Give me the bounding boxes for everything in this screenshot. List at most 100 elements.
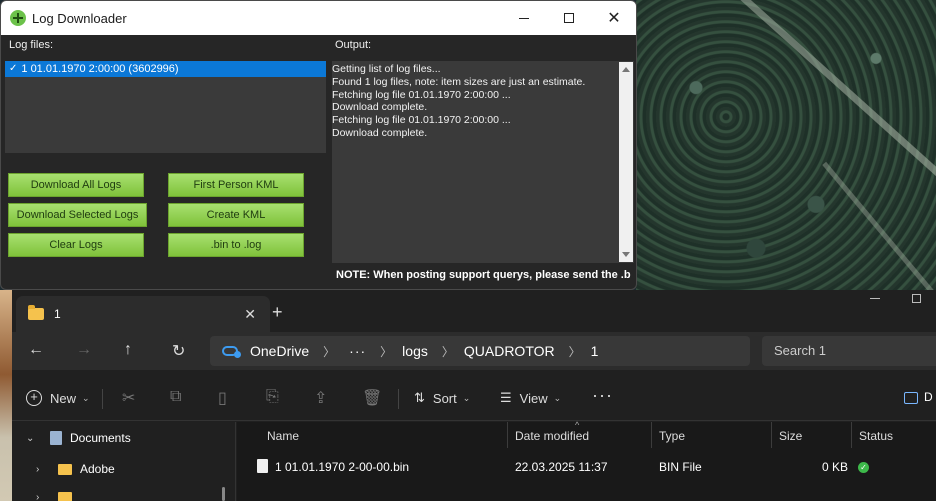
- column-divider[interactable]: [771, 422, 772, 448]
- breadcrumb-onedrive[interactable]: OneDrive: [250, 343, 309, 359]
- divider: [102, 389, 103, 409]
- refresh-icon[interactable]: ↻: [172, 341, 185, 361]
- rename-icon[interactable]: ⎘: [266, 388, 279, 406]
- first-person-kml-button[interactable]: First Person KML: [168, 173, 304, 197]
- forward-arrow-icon[interactable]: →: [76, 341, 92, 359]
- scroll-up-arrow-icon[interactable]: [622, 67, 630, 72]
- close-button[interactable]: ✕: [591, 1, 636, 35]
- sort-label: Sort: [432, 390, 457, 406]
- bin-to-log-button[interactable]: .bin to .log: [168, 233, 304, 257]
- log-file-label: 1 01.01.1970 2:00:00 (3602996): [21, 63, 179, 75]
- breadcrumb-quadrotor[interactable]: QUADROTOR: [464, 343, 555, 359]
- command-bar: + New ⌄ ✂ ⧉ ▯ ⎘ ⇪ 🗑 ⇅ Sort ⌄ ☰ View ⌄ ··…: [12, 375, 936, 421]
- output-line: Fetching log file 01.01.1970 2:00:00 ...: [332, 114, 511, 127]
- chevron-right-icon[interactable]: 〉: [380, 343, 392, 360]
- new-button[interactable]: + New ⌄: [26, 390, 90, 406]
- address-bar[interactable]: OneDrive 〉 ··· 〉 logs 〉 QUADROTOR 〉 1: [210, 336, 750, 366]
- cut-icon[interactable]: ✂: [122, 388, 135, 408]
- output-line: Download complete.: [332, 126, 428, 139]
- column-divider[interactable]: [507, 422, 508, 448]
- maximize-icon: [564, 13, 574, 23]
- tab-close-icon[interactable]: ✕: [244, 306, 256, 323]
- file-icon: [257, 459, 268, 473]
- view-label: View: [519, 390, 548, 406]
- minimize-button[interactable]: [870, 298, 880, 299]
- back-arrow-icon[interactable]: ←: [28, 341, 44, 359]
- log-files-label: Log files:: [9, 39, 54, 51]
- column-header-size[interactable]: Size: [779, 429, 802, 443]
- download-all-logs-button[interactable]: Download All Logs: [8, 173, 144, 197]
- search-input[interactable]: Search 1: [762, 336, 936, 366]
- log-downloader-window: Log Downloader ✕ Log files: Output: ✓ 1 …: [0, 0, 637, 290]
- sort-icon: ⇅: [414, 390, 425, 405]
- breadcrumb-more[interactable]: ···: [349, 343, 366, 359]
- paste-icon[interactable]: ▯: [218, 388, 227, 408]
- map-road: [822, 161, 936, 292]
- share-icon[interactable]: ⇪: [314, 388, 327, 408]
- documents-icon: [50, 431, 62, 445]
- details-pane-icon[interactable]: [904, 392, 918, 404]
- map-road: [696, 0, 936, 242]
- title-bar[interactable]: Log Downloader ✕: [1, 1, 636, 35]
- view-button[interactable]: ☰ View ⌄: [500, 390, 561, 406]
- file-date-modified: 22.03.2025 11:37: [515, 460, 608, 474]
- breadcrumb-logs[interactable]: logs: [402, 343, 428, 359]
- tree-item-label: Adobe: [80, 462, 115, 476]
- tree-item-documents[interactable]: ⌄ Documents: [26, 431, 131, 445]
- file-list: ^ Name Date modified Type Size Status 1 …: [237, 420, 936, 501]
- folder-icon: [28, 305, 44, 320]
- folder-icon: [58, 492, 72, 501]
- chevron-right-icon[interactable]: 〉: [323, 343, 335, 360]
- output-line: Download complete.: [332, 101, 428, 114]
- output-line: Getting list of log files...: [332, 63, 441, 75]
- download-selected-logs-button[interactable]: Download Selected Logs: [8, 203, 147, 227]
- column-divider[interactable]: [851, 422, 852, 448]
- output-label: Output:: [335, 39, 372, 51]
- checkmark-icon[interactable]: ✓: [9, 61, 17, 77]
- file-size: 0 KB: [822, 460, 849, 474]
- column-header-name[interactable]: Name: [267, 429, 299, 443]
- column-header-type[interactable]: Type: [659, 429, 685, 443]
- more-options-button[interactable]: ···: [592, 385, 613, 406]
- navigation-bar: ← → ↑ ↻ OneDrive 〉 ··· 〉 logs 〉 QUADROTO…: [12, 332, 936, 370]
- copy-icon[interactable]: ⧉: [170, 388, 181, 406]
- tree-item-folder[interactable]: ›: [36, 492, 80, 501]
- app-logo-icon: [10, 10, 26, 26]
- breadcrumb-current[interactable]: 1: [591, 343, 599, 359]
- tab-title: 1: [54, 307, 61, 321]
- maximize-button[interactable]: [912, 294, 921, 303]
- satellite-map-background: [636, 0, 936, 292]
- maximize-button[interactable]: [546, 1, 592, 35]
- nav-scrollbar[interactable]: [222, 487, 225, 501]
- file-type: BIN File: [659, 460, 702, 474]
- table-row[interactable]: 1 01.01.1970 2-00-00.bin 22.03.2025 11:3…: [237, 452, 936, 480]
- log-file-item[interactable]: ✓ 1 01.01.1970 2:00:00 (3602996): [5, 61, 326, 77]
- window-title: Log Downloader: [32, 10, 127, 26]
- details-pane-label[interactable]: D: [924, 390, 933, 404]
- new-label: New: [50, 390, 77, 406]
- log-files-list[interactable]: ✓ 1 01.01.1970 2:00:00 (3602996): [5, 61, 326, 153]
- up-arrow-icon[interactable]: ↑: [124, 341, 132, 359]
- column-header-date[interactable]: Date modified: [515, 429, 589, 443]
- delete-icon[interactable]: 🗑: [362, 388, 382, 408]
- chevron-right-icon[interactable]: 〉: [442, 343, 454, 360]
- tree-item-label: Documents: [70, 431, 131, 445]
- output-textbox[interactable]: Getting list of log files... Found 1 log…: [332, 61, 634, 263]
- column-divider[interactable]: [651, 422, 652, 448]
- scroll-down-arrow-icon[interactable]: [622, 252, 630, 257]
- chevron-right-icon[interactable]: 〉: [569, 343, 581, 360]
- minimize-button[interactable]: [501, 1, 547, 35]
- create-kml-button[interactable]: Create KML: [168, 203, 304, 227]
- chevron-down-icon[interactable]: ⌄: [26, 433, 38, 444]
- new-tab-button[interactable]: +: [272, 302, 283, 323]
- tree-item-adobe[interactable]: › Adobe: [36, 462, 115, 476]
- clear-logs-button[interactable]: Clear Logs: [8, 233, 144, 257]
- column-header-status[interactable]: Status: [859, 429, 893, 443]
- chevron-right-icon[interactable]: ›: [36, 464, 48, 475]
- chevron-right-icon[interactable]: ›: [36, 492, 48, 501]
- sort-button[interactable]: ⇅ Sort ⌄: [414, 390, 470, 406]
- plus-icon: +: [26, 390, 42, 406]
- output-scrollbar[interactable]: [619, 62, 633, 262]
- chevron-down-icon: ⌄: [82, 392, 90, 403]
- tab-folder[interactable]: 1 ✕: [16, 296, 270, 332]
